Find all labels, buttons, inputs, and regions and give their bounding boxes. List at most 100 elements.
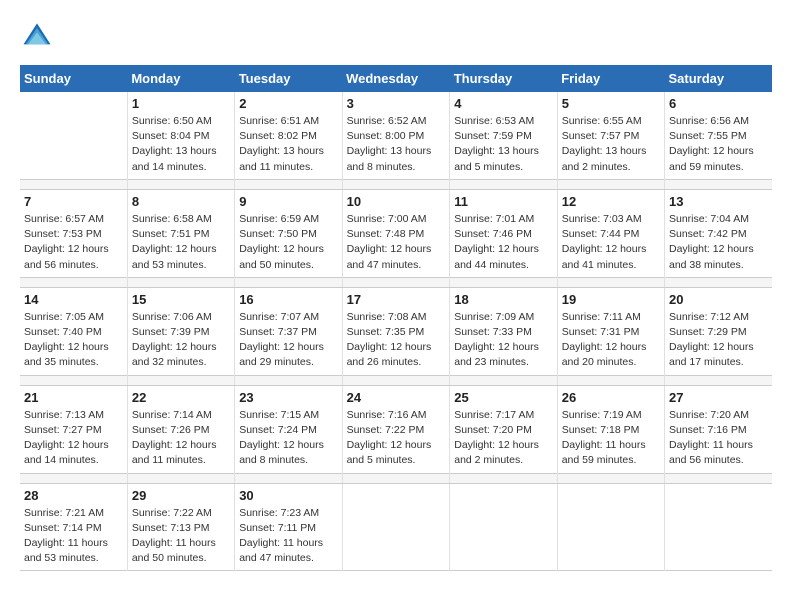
day-info: Sunrise: 6:51 AMSunset: 8:02 PMDaylight:…: [239, 114, 337, 175]
calendar-cell: 14Sunrise: 7:05 AMSunset: 7:40 PMDayligh…: [20, 287, 127, 375]
calendar-cell: 13 Sunrise: 7:04 AMSunset: 7:42 PMDayligh…: [665, 189, 773, 277]
day-info: Sunrise: 7:21 AMSunset: 7:14 PMDaylight:…: [24, 506, 123, 567]
day-header-monday: Monday: [127, 65, 234, 92]
calendar-cell: 28 Sunrise: 7:21 AMSunset: 7:14 PMDayligh…: [20, 483, 127, 571]
calendar-cell: [665, 483, 773, 571]
day-info: Sunrise: 6:55 AMSunset: 7:57 PMDaylight:…: [562, 114, 660, 175]
day-header-thursday: Thursday: [450, 65, 557, 92]
day-number: 11: [454, 194, 552, 209]
day-info: Sunrise: 6:50 AMSunset: 8:04 PMDaylight:…: [132, 114, 230, 175]
day-number: 13: [669, 194, 768, 209]
calendar-cell: [450, 483, 557, 571]
day-number: 21: [24, 390, 123, 405]
day-number: 19: [562, 292, 660, 307]
day-info: Sunrise: 7:01 AMSunset: 7:46 PMDaylight:…: [454, 212, 552, 273]
week-row-1: 1 Sunrise: 6:50 AMSunset: 8:04 PMDaylight…: [20, 92, 772, 179]
week-separator: [20, 473, 772, 483]
calendar-cell: [20, 92, 127, 179]
calendar-cell: 21 Sunrise: 7:13 AMSunset: 7:27 PMDayligh…: [20, 385, 127, 473]
day-info: Sunrise: 6:56 AMSunset: 7:55 PMDaylight:…: [669, 114, 768, 175]
day-info: Sunrise: 7:05 AMSunset: 7:40 PMDaylight:…: [24, 310, 123, 371]
day-number: 29: [132, 488, 230, 503]
calendar-cell: 5 Sunrise: 6:55 AMSunset: 7:57 PMDaylight…: [557, 92, 664, 179]
week-row-2: 7Sunrise: 6:57 AMSunset: 7:53 PMDaylight…: [20, 189, 772, 277]
logo: [20, 20, 52, 55]
day-number: 27: [669, 390, 768, 405]
calendar-cell: 20 Sunrise: 7:12 AMSunset: 7:29 PMDayligh…: [665, 287, 773, 375]
calendar-cell: 30 Sunrise: 7:23 AMSunset: 7:11 PMDayligh…: [235, 483, 342, 571]
day-number: 28: [24, 488, 123, 503]
calendar-cell: 9 Sunrise: 6:59 AMSunset: 7:50 PMDaylight…: [235, 189, 342, 277]
day-info: Sunrise: 7:22 AMSunset: 7:13 PMDaylight:…: [132, 506, 230, 567]
calendar-cell: 4 Sunrise: 6:53 AMSunset: 7:59 PMDaylight…: [450, 92, 557, 179]
calendar-cell: 6Sunrise: 6:56 AMSunset: 7:55 PMDaylight…: [665, 92, 773, 179]
day-info: Sunrise: 7:20 AMSunset: 7:16 PMDaylight:…: [669, 408, 768, 469]
day-info: Sunrise: 7:04 AMSunset: 7:42 PMDaylight:…: [669, 212, 768, 273]
day-number: 16: [239, 292, 337, 307]
day-number: 26: [562, 390, 660, 405]
day-info: Sunrise: 7:00 AMSunset: 7:48 PMDaylight:…: [347, 212, 446, 273]
day-number: 22: [132, 390, 230, 405]
day-info: Sunrise: 7:03 AMSunset: 7:44 PMDaylight:…: [562, 212, 660, 273]
calendar-cell: 18 Sunrise: 7:09 AMSunset: 7:33 PMDayligh…: [450, 287, 557, 375]
day-number: 4: [454, 96, 552, 111]
day-number: 23: [239, 390, 337, 405]
day-info: Sunrise: 7:23 AMSunset: 7:11 PMDaylight:…: [239, 506, 337, 567]
day-number: 1: [132, 96, 230, 111]
day-info: Sunrise: 6:57 AMSunset: 7:53 PMDaylight:…: [24, 212, 123, 273]
calendar-cell: 12 Sunrise: 7:03 AMSunset: 7:44 PMDayligh…: [557, 189, 664, 277]
day-info: Sunrise: 7:19 AMSunset: 7:18 PMDaylight:…: [562, 408, 660, 469]
week-separator: [20, 375, 772, 385]
day-number: 5: [562, 96, 660, 111]
day-info: Sunrise: 7:16 AMSunset: 7:22 PMDaylight:…: [347, 408, 446, 469]
day-number: 30: [239, 488, 337, 503]
calendar-cell: 10Sunrise: 7:00 AMSunset: 7:48 PMDayligh…: [342, 189, 450, 277]
day-info: Sunrise: 7:12 AMSunset: 7:29 PMDaylight:…: [669, 310, 768, 371]
calendar-cell: 8 Sunrise: 6:58 AMSunset: 7:51 PMDaylight…: [127, 189, 234, 277]
day-number: 2: [239, 96, 337, 111]
day-number: 17: [347, 292, 446, 307]
calendar-cell: 25Sunrise: 7:17 AMSunset: 7:20 PMDayligh…: [450, 385, 557, 473]
calendar-cell: 1 Sunrise: 6:50 AMSunset: 8:04 PMDaylight…: [127, 92, 234, 179]
calendar-cell: 16 Sunrise: 7:07 AMSunset: 7:37 PMDayligh…: [235, 287, 342, 375]
calendar-cell: 2 Sunrise: 6:51 AMSunset: 8:02 PMDaylight…: [235, 92, 342, 179]
day-info: Sunrise: 7:13 AMSunset: 7:27 PMDaylight:…: [24, 408, 123, 469]
week-row-5: 28 Sunrise: 7:21 AMSunset: 7:14 PMDayligh…: [20, 483, 772, 571]
day-number: 18: [454, 292, 552, 307]
calendar-header-row: SundayMondayTuesdayWednesdayThursdayFrid…: [20, 65, 772, 92]
calendar-cell: 15Sunrise: 7:06 AMSunset: 7:39 PMDayligh…: [127, 287, 234, 375]
day-info: Sunrise: 7:15 AMSunset: 7:24 PMDaylight:…: [239, 408, 337, 469]
calendar-cell: 7Sunrise: 6:57 AMSunset: 7:53 PMDaylight…: [20, 189, 127, 277]
day-number: 8: [132, 194, 230, 209]
day-info: Sunrise: 7:07 AMSunset: 7:37 PMDaylight:…: [239, 310, 337, 371]
day-info: Sunrise: 7:06 AMSunset: 7:39 PMDaylight:…: [132, 310, 230, 371]
day-info: Sunrise: 7:17 AMSunset: 7:20 PMDaylight:…: [454, 408, 552, 469]
day-info: Sunrise: 6:52 AMSunset: 8:00 PMDaylight:…: [347, 114, 446, 175]
calendar-cell: 3 Sunrise: 6:52 AMSunset: 8:00 PMDaylight…: [342, 92, 450, 179]
calendar-cell: 29 Sunrise: 7:22 AMSunset: 7:13 PMDayligh…: [127, 483, 234, 571]
day-info: Sunrise: 6:59 AMSunset: 7:50 PMDaylight:…: [239, 212, 337, 273]
calendar-cell: 19 Sunrise: 7:11 AMSunset: 7:31 PMDayligh…: [557, 287, 664, 375]
week-separator: [20, 277, 772, 287]
day-header-wednesday: Wednesday: [342, 65, 450, 92]
day-number: 3: [347, 96, 446, 111]
day-header-sunday: Sunday: [20, 65, 127, 92]
day-number: 24: [347, 390, 446, 405]
day-header-saturday: Saturday: [665, 65, 773, 92]
day-info: Sunrise: 6:58 AMSunset: 7:51 PMDaylight:…: [132, 212, 230, 273]
day-info: Sunrise: 7:11 AMSunset: 7:31 PMDaylight:…: [562, 310, 660, 371]
calendar-cell: 23 Sunrise: 7:15 AMSunset: 7:24 PMDayligh…: [235, 385, 342, 473]
calendar-cell: 24 Sunrise: 7:16 AMSunset: 7:22 PMDayligh…: [342, 385, 450, 473]
day-info: Sunrise: 7:09 AMSunset: 7:33 PMDaylight:…: [454, 310, 552, 371]
day-number: 12: [562, 194, 660, 209]
calendar-cell: 26 Sunrise: 7:19 AMSunset: 7:18 PMDayligh…: [557, 385, 664, 473]
day-info: Sunrise: 7:14 AMSunset: 7:26 PMDaylight:…: [132, 408, 230, 469]
page-header: [20, 20, 772, 55]
day-number: 20: [669, 292, 768, 307]
day-number: 9: [239, 194, 337, 209]
calendar-cell: 11 Sunrise: 7:01 AMSunset: 7:46 PMDayligh…: [450, 189, 557, 277]
calendar-cell: [557, 483, 664, 571]
calendar-cell: [342, 483, 450, 571]
calendar-cell: 17Sunrise: 7:08 AMSunset: 7:35 PMDayligh…: [342, 287, 450, 375]
day-info: Sunrise: 6:53 AMSunset: 7:59 PMDaylight:…: [454, 114, 552, 175]
